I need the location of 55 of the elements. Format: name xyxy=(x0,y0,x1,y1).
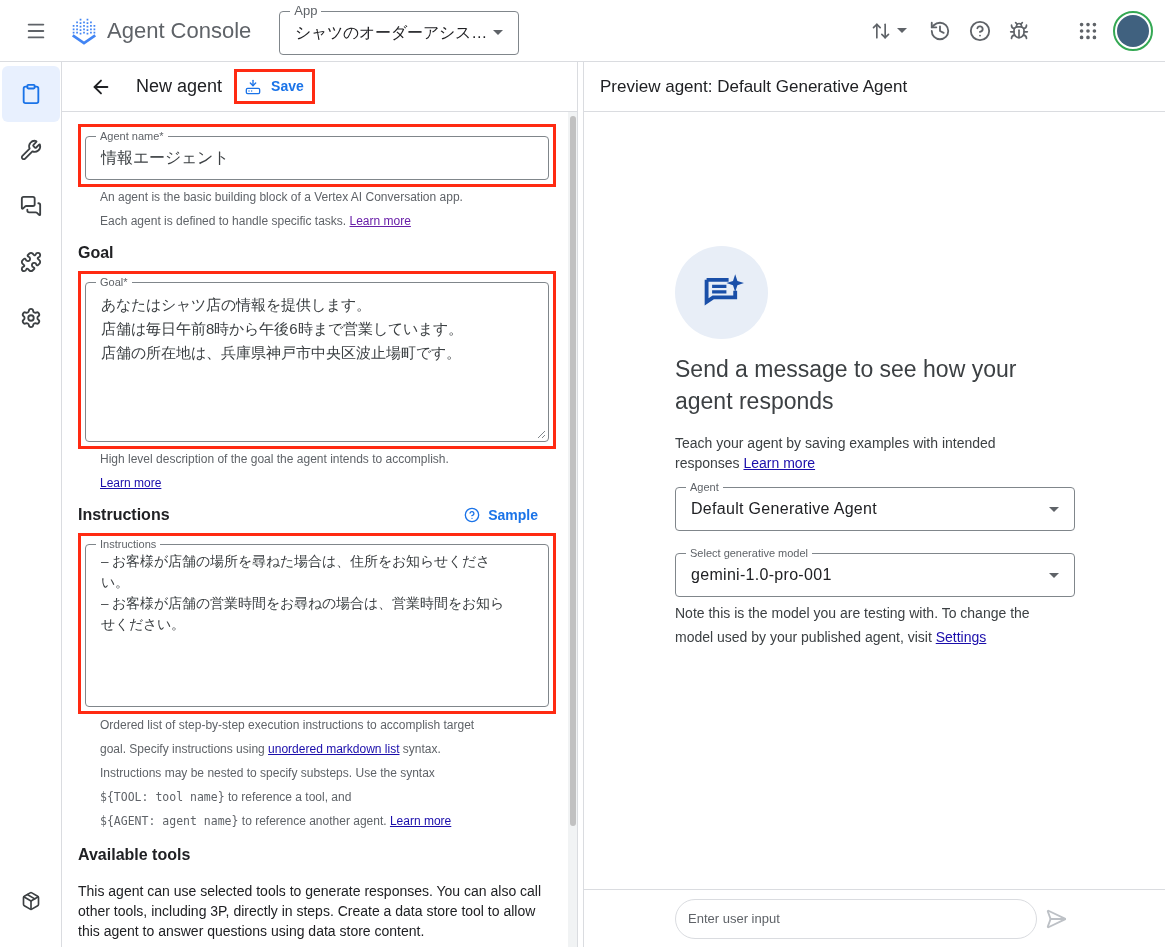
help-text: High level description of the goal the agent intends to accomplish. Learn more xyxy=(99,451,450,492)
sidebar-item[interactable] xyxy=(1,66,60,122)
page-title: New agent xyxy=(136,75,223,98)
section-heading: Instructions xyxy=(78,505,170,525)
chat-input[interactable]: Enter user input xyxy=(675,898,1037,939)
field-line: せください。 xyxy=(101,616,186,634)
chat-icon xyxy=(19,195,42,217)
field-label: App xyxy=(290,3,322,18)
avatar[interactable] xyxy=(1113,10,1153,51)
learn-link[interactable]: Learn more xyxy=(100,476,162,490)
learn-link[interactable]: Learn more xyxy=(389,814,452,828)
save-icon xyxy=(245,78,262,95)
select-value: Default Generative Agent xyxy=(691,499,877,519)
settings-icon xyxy=(19,307,42,329)
section-heading: Available tools xyxy=(78,845,192,865)
puzzle-icon xyxy=(19,251,42,273)
box-icon[interactable] xyxy=(20,891,41,911)
field-line: 店舗の所在地は、兵庫県神戸市中央区波止場町です。 xyxy=(101,343,462,363)
field-value: 情報エージェント xyxy=(101,148,229,168)
learn-link[interactable]: unordered markdown list xyxy=(268,742,400,756)
model-note: Note this is the model you are testing with. To change the model used by your published agent, visit Settings xyxy=(675,604,1031,647)
caret-icon xyxy=(1049,506,1059,512)
help-icon xyxy=(464,507,481,523)
teach-text: Teach your agent by saving examples with intended responses Learn more xyxy=(675,434,997,473)
tools-description: This agent can use selected tools to generate responses. You can also call other tools, including 3P, directly in steps. Create a data store tool to allow this agent to answer questions using data store content. xyxy=(78,882,543,941)
preview-heading: Send a message to see how your agent responds xyxy=(675,355,1018,416)
field-line: – お客様が店舗の場所を尋ねた場合は、住所をお知らせくださ xyxy=(101,553,492,571)
select-value: シャツのオーダーアシス… xyxy=(295,22,488,43)
field-label: Goal* xyxy=(96,275,132,289)
preview-title: Preview agent: Default Generative Agent xyxy=(600,75,908,98)
sample-button[interactable]: Sample xyxy=(464,504,538,526)
history-icon[interactable] xyxy=(929,19,951,42)
field-line: い。 xyxy=(101,574,130,592)
help-text: An agent is the basic building block of a Vertex AI Conversation app. Each agent is defined to handle specific tasks. Learn more xyxy=(99,189,464,230)
field-line: あなたはシャツ店の情報を提供します。 xyxy=(101,295,372,315)
help-icon[interactable] xyxy=(969,19,991,42)
caret-icon xyxy=(1049,572,1059,578)
select-value: gemini-1.0-pro-001 xyxy=(691,565,832,585)
field-label: Select generative model xyxy=(686,546,812,560)
learn-link[interactable]: Learn more xyxy=(743,455,816,471)
field-line: – お客様が店舗の営業時間をお尋ねの場合は、営業時間をお知ら xyxy=(101,595,506,613)
caret-icon xyxy=(493,30,504,35)
help-text: Ordered list of step-by-step execution instructions to accomplish target goal. Specify instructions using unordered markdown list syntax. Instructions may be nested to specify substeps. Use the syntax ${TOOL: tool name} to reference a tool, and ${AGENT: agent name} to reference another agent. Learn more xyxy=(99,717,476,830)
field-label: Instructions xyxy=(96,537,161,551)
section-heading: Goal xyxy=(78,243,115,263)
learn-link[interactable]: Learn more xyxy=(349,214,411,228)
settings-link[interactable]: Settings xyxy=(935,629,987,645)
resize-handle-icon xyxy=(537,430,545,438)
wrench-icon xyxy=(19,139,42,161)
field-label: Agent name* xyxy=(96,129,168,143)
field-label: Agent xyxy=(686,480,723,494)
save-button[interactable]: Save xyxy=(245,76,304,97)
product-title: Agent Console xyxy=(107,17,252,45)
bug-icon[interactable] xyxy=(1009,20,1029,41)
field-line: 店舗は毎日午前8時から午後6時まで営業しています。 xyxy=(101,319,464,339)
